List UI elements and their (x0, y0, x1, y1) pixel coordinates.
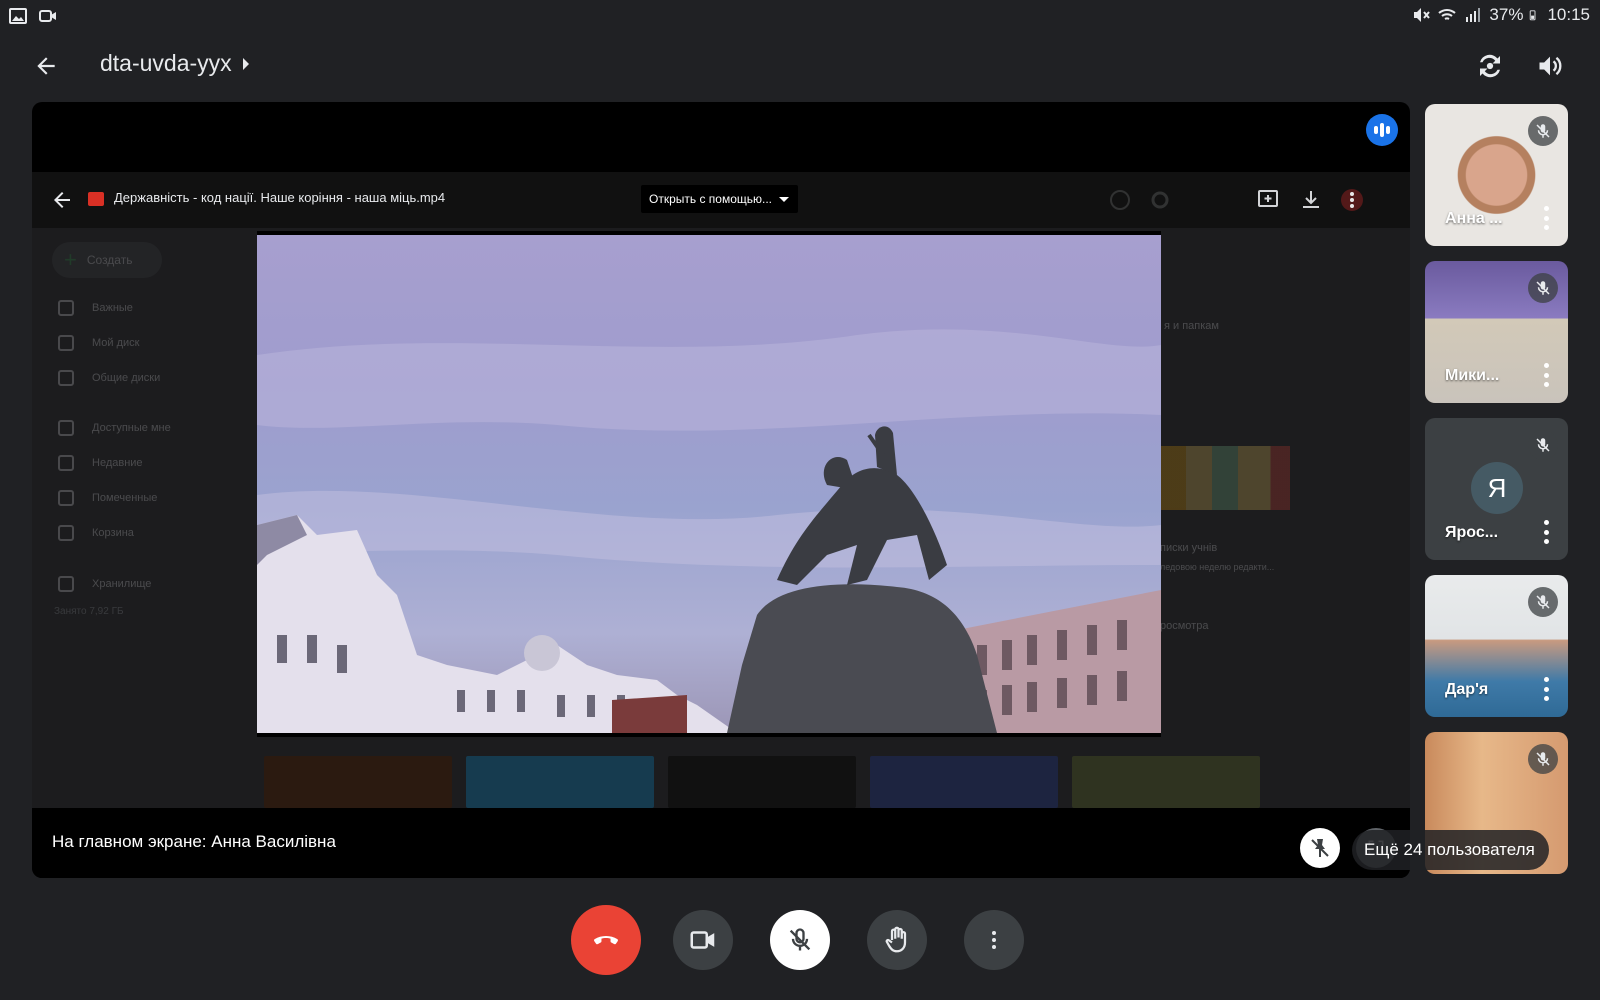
status-bar: 37% 10:15 (0, 0, 1600, 32)
thumbnail (1072, 756, 1260, 808)
mic-off-icon (1528, 273, 1558, 303)
shared-file-title: Державність - код нації. Наше коріння - … (114, 190, 446, 205)
drive-sidebar: + Создать Важные Мой диск Общие диски До… (32, 228, 262, 808)
participant-name: Анна ... (1445, 210, 1503, 227)
camera-button[interactable] (673, 910, 733, 970)
video-player (257, 231, 1161, 737)
participant-tile[interactable]: Я Ярос... (1425, 418, 1568, 560)
more-vert-icon (1341, 189, 1363, 211)
player-back-icon (54, 192, 70, 208)
participant-more-icon[interactable] (1542, 520, 1550, 544)
drive-item: Корзина (58, 525, 134, 541)
switch-camera-icon (1480, 54, 1500, 78)
drive-item: Хранилище (58, 576, 151, 592)
mic-off-icon (1528, 430, 1558, 460)
top-app-bar: dta-uvda-yyx (0, 32, 1600, 98)
unpin-icon (1311, 839, 1329, 857)
participant-more-icon[interactable] (1542, 677, 1550, 701)
statue-scene-image (257, 329, 1161, 733)
participant-tile[interactable]: Анна ... (1425, 104, 1568, 246)
speaking-indicator-icon (1366, 114, 1398, 146)
camera-icon (690, 931, 715, 949)
shared-player-toolbar: Державність - код нації. Наше коріння - … (32, 172, 1410, 228)
drive-item: Доступные мне (58, 420, 171, 436)
help-icon (1110, 190, 1130, 210)
wifi-icon (1438, 9, 1457, 20)
drive-right-panel: я и папкам писки учнів ледовою неделю ре… (1152, 228, 1410, 808)
more-participants-button[interactable]: Ещё 24 пользователя (1352, 830, 1549, 870)
more-vert-icon (992, 931, 996, 949)
end-call-icon (594, 936, 618, 945)
more-options-button[interactable] (964, 910, 1024, 970)
participant-name: Дар'я (1445, 681, 1489, 698)
thumbnail (264, 756, 452, 808)
participant-more-icon[interactable] (1542, 206, 1550, 230)
drive-item: Недавние (58, 455, 143, 471)
drive-create-button: + Создать (52, 242, 162, 278)
mic-off-icon (1528, 116, 1558, 146)
participant-more-icon[interactable] (1542, 363, 1550, 387)
drive-item: Мой диск (58, 335, 139, 351)
clock: 10:15 (1547, 5, 1590, 24)
arrow-back-icon (37, 57, 55, 75)
spreadsheet-thumbnail (1160, 446, 1290, 510)
download-icon (1303, 191, 1319, 208)
gallery-icon (9, 8, 27, 24)
thumbnail (870, 756, 1058, 808)
battery-icon (1530, 10, 1536, 21)
speaker-button[interactable] (1530, 46, 1570, 86)
settings-icon (1151, 191, 1169, 209)
main-stage[interactable]: Державність - код нації. Наше коріння - … (32, 102, 1410, 878)
call-controls (0, 905, 1600, 980)
unpin-button[interactable] (1300, 828, 1340, 868)
speaker-icon (1539, 56, 1562, 76)
mic-off-icon (789, 928, 811, 951)
drive-item: Общие диски (58, 370, 160, 386)
participant-name: Мики... (1445, 367, 1500, 384)
participant-name: Ярос... (1445, 524, 1499, 541)
thumbnail (668, 756, 856, 808)
pinned-caption: На главном экране: Анна Василівна (52, 832, 336, 851)
shared-screen: Державність - код нації. Наше коріння - … (32, 172, 1410, 808)
thumbnail-strip (264, 756, 1260, 808)
mic-button[interactable] (770, 910, 830, 970)
meeting-code: dta-uvda-yyx (100, 50, 232, 76)
caret-right-icon (242, 57, 249, 70)
open-with-dropdown: Открыть с помощью... (641, 185, 799, 213)
raise-hand-button[interactable] (867, 910, 927, 970)
meeting-code-button[interactable]: dta-uvda-yyx (100, 50, 252, 77)
drive-quota: Занято 7,92 ГБ (54, 606, 124, 617)
mute-icon (1414, 8, 1431, 22)
avatar: Я (1471, 462, 1523, 514)
main-caption-bar: На главном экране: Анна Василівна (32, 808, 1410, 878)
mic-off-icon (1528, 744, 1558, 774)
participant-tile[interactable]: Мики... (1425, 261, 1568, 403)
end-call-button[interactable] (571, 905, 641, 975)
add-comment-icon (1258, 190, 1278, 207)
back-button[interactable] (28, 48, 64, 84)
thumbnail (466, 756, 654, 808)
video-frame (257, 235, 1161, 733)
mic-off-icon (1528, 587, 1558, 617)
drive-item: Помеченные (58, 490, 157, 506)
battery-percent: 37% (1489, 5, 1524, 24)
raise-hand-icon (885, 926, 907, 953)
video-file-icon (88, 192, 104, 206)
camera-notification-icon (39, 10, 56, 22)
drive-item: Важные (58, 300, 133, 316)
switch-camera-button[interactable] (1470, 46, 1510, 86)
signal-icon (1466, 8, 1481, 22)
participant-tile[interactable]: Дар'я (1425, 575, 1568, 717)
